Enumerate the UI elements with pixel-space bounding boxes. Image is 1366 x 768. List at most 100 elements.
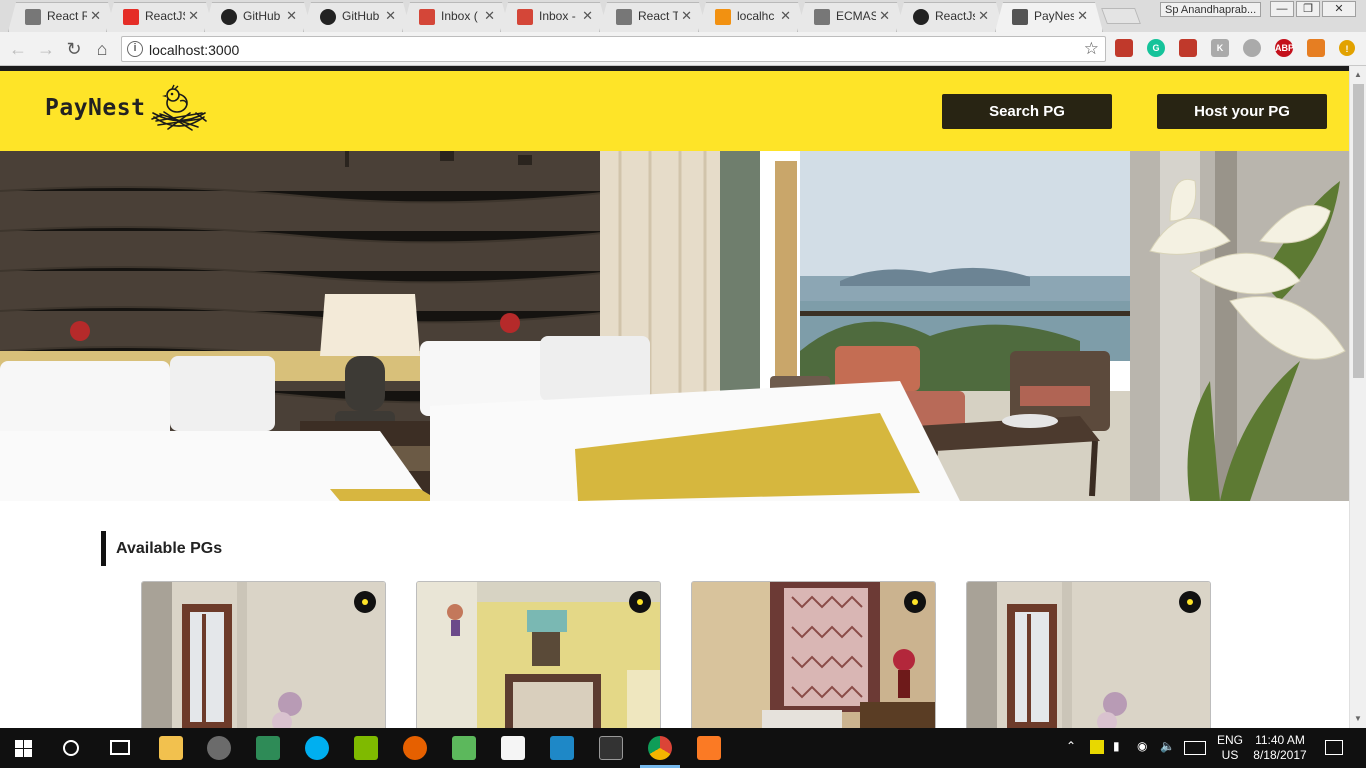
file-explorer-icon[interactable] [159,736,183,760]
tab-close-icon[interactable]: ✕ [978,8,989,24]
address-bar[interactable]: i localhost:3000 ☆ [121,36,1106,62]
favorite-toggle[interactable] [904,591,926,613]
search-pg-button[interactable]: Search PG [942,94,1112,129]
tab-close-icon[interactable]: ✕ [484,8,495,24]
browser-tab[interactable]: React T ✕ [599,2,707,32]
notepad-icon[interactable] [354,736,378,760]
tab-close-icon[interactable]: ✕ [90,8,101,24]
new-tab-button[interactable] [1101,8,1141,24]
pg-card[interactable] [416,581,661,728]
firefox-icon[interactable] [403,736,427,760]
favorite-toggle[interactable] [1179,591,1201,613]
scroll-down-icon[interactable]: ▼ [1354,714,1362,723]
pg-card[interactable] [141,581,386,728]
adblock-icon[interactable]: ABP [1275,39,1294,57]
url-text: localhost:3000 [149,42,240,58]
browser-tab[interactable]: PayNes ✕ [995,2,1103,32]
extension-icon[interactable] [1179,39,1197,57]
section-accent-bar [101,531,106,566]
lang-code: ENG [1216,733,1243,747]
browser-tab[interactable]: React R ✕ [8,2,116,32]
task-view-icon[interactable] [110,740,130,755]
extension-icon[interactable] [1243,39,1261,57]
extension-icon[interactable]: K [1211,39,1229,57]
skype-icon[interactable] [305,736,329,760]
pg-card[interactable] [966,581,1211,728]
github-icon [320,9,336,25]
tab-close-icon[interactable]: ✕ [681,8,692,24]
terminal-icon[interactable] [599,736,623,760]
home-icon[interactable]: ⌂ [91,38,113,60]
browser-tab[interactable]: Inbox - ✕ [500,2,608,32]
scrollbar-thumb[interactable] [1353,84,1364,378]
app-icon[interactable] [550,736,574,760]
close-window-button[interactable]: ✕ [1322,1,1356,17]
browser-tab-strip: React R✕ReactJS✕GitHub✕GitHub✕Inbox (✕In… [0,0,1366,32]
volume-icon[interactable]: 🔈 [1160,739,1175,753]
sheets-icon[interactable] [452,736,476,760]
battery-icon[interactable]: ▮ [1113,739,1120,753]
scroll-up-icon[interactable]: ▲ [1354,70,1362,79]
mail-icon[interactable] [501,736,525,760]
clock-date: 8/18/2017 [1253,748,1307,762]
tab-title: Inbox - [539,9,576,23]
tab-close-icon[interactable]: ✕ [1077,8,1088,24]
minimize-button[interactable]: — [1270,1,1294,17]
keyboard-icon[interactable] [1184,741,1206,755]
tab-close-icon[interactable]: ✕ [879,8,890,24]
tab-close-icon[interactable]: ✕ [188,8,199,24]
browser-tab[interactable]: ECMAS ✕ [797,2,905,32]
tray-app-icon[interactable] [1090,740,1104,754]
update-alert-icon[interactable]: ! [1339,40,1355,56]
browser-tab[interactable]: ReactJs ✕ [896,2,1004,32]
browser-tab[interactable]: GitHub ✕ [204,2,312,32]
back-icon[interactable]: ← [7,38,29,60]
browser-tab[interactable]: GitHub ✕ [303,2,411,32]
pg-room-image [967,582,1210,728]
forward-icon[interactable]: → [35,38,57,60]
tab-title: ReactJs [935,9,975,23]
browser-tab[interactable]: ReactJS ✕ [106,2,214,32]
tab-close-icon[interactable]: ✕ [582,8,593,24]
github-icon [221,9,237,25]
restore-button[interactable]: ❐ [1296,1,1320,17]
notifications-icon[interactable] [1325,740,1343,755]
wifi-icon[interactable]: ◉ [1137,739,1147,753]
site-info-icon[interactable]: i [127,41,143,57]
page-scrollbar[interactable]: ▲ ▼ [1349,66,1366,728]
tray-overflow-icon[interactable]: ⌃ [1066,739,1076,753]
document-icon [616,9,632,25]
tab-close-icon[interactable]: ✕ [385,8,396,24]
browser-tab[interactable]: Inbox (✕ [402,2,510,32]
xampp-icon[interactable] [697,736,721,760]
tab-close-icon[interactable]: ✕ [286,8,297,24]
favorite-toggle[interactable] [629,591,651,613]
browser-toolbar: ← → ↻ ⌂ i localhost:3000 ☆ G K ABP ! [0,32,1366,66]
cortana-icon[interactable] [63,740,79,756]
tab-title: PayNes [1034,9,1074,23]
chrome-icon[interactable] [648,736,672,760]
pg-room-image [692,582,935,728]
tab-close-icon[interactable]: ✕ [780,8,791,24]
bookmark-star-icon[interactable]: ☆ [1084,39,1099,59]
favorite-toggle[interactable] [354,591,376,613]
windows-start-icon[interactable] [15,740,32,757]
language-indicator[interactable]: ENG US [1213,733,1247,763]
brand-name[interactable]: PayNest [45,95,145,121]
bird-nest-logo-icon[interactable] [150,83,208,135]
host-pg-button[interactable]: Host your PG [1157,94,1327,129]
reload-icon[interactable]: ↻ [63,38,85,60]
profile-button[interactable]: Sp Anandhaprab... [1160,2,1262,17]
pg-card[interactable] [691,581,936,728]
tab-title: GitHub [243,9,281,23]
clock[interactable]: 11:40 AM 8/18/2017 [1250,733,1310,763]
tab-title: localhc [737,9,775,23]
app-icon[interactable] [207,736,231,760]
youtube-icon [123,9,139,25]
extension-icon[interactable] [1307,39,1325,57]
tab-title: React R [47,9,87,23]
browser-tab[interactable]: localhc ✕ [698,2,806,32]
app-icon[interactable] [256,736,280,760]
bookmark-extension-icon[interactable] [1115,39,1133,57]
gmail-icon [419,9,435,25]
